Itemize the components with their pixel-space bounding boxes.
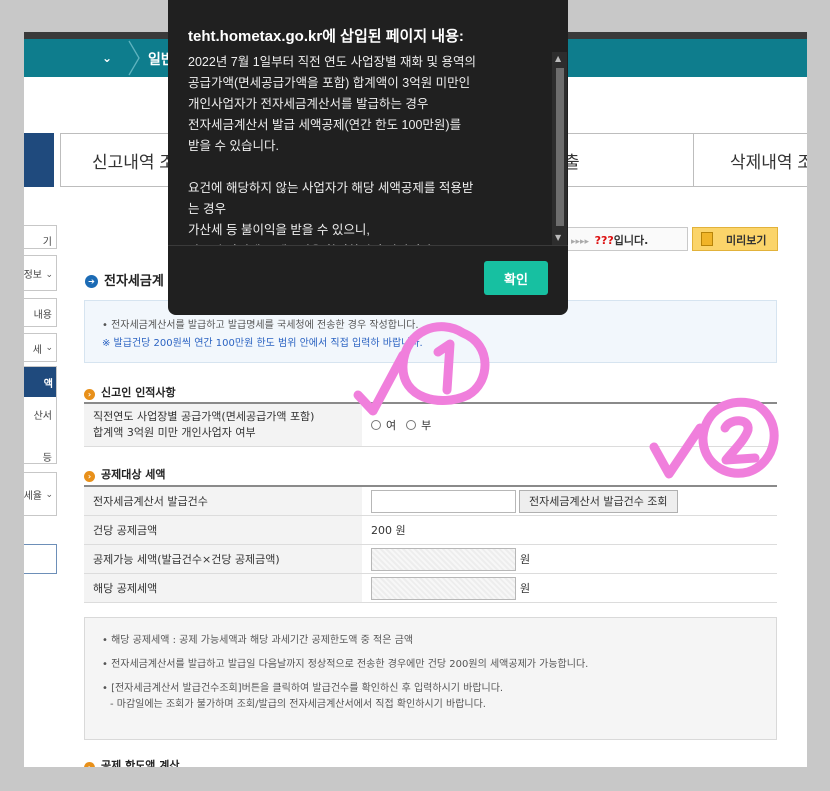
sidebar-item-1[interactable]: 기 [24, 225, 57, 249]
breadcrumb-separator-icon [128, 40, 140, 76]
tab-delete-history[interactable]: 삭제내역 조 [693, 133, 807, 187]
sidebar-item-3[interactable]: 내용 [24, 298, 57, 327]
arrow-circle-icon: ➔ [85, 275, 98, 288]
sidebar-item-2[interactable]: 정보 ⌄ [24, 255, 57, 291]
chevron-down-icon: ⌄ [45, 270, 53, 280]
radio-no[interactable] [406, 420, 417, 430]
active-tab-edge[interactable] [24, 133, 54, 187]
deductible-tax-input [371, 547, 516, 571]
preview-button[interactable]: 미리보기 [692, 227, 778, 251]
section-title: 전자세금계 [104, 274, 164, 289]
scrollbar-thumb[interactable] [556, 68, 564, 226]
arrow-circle-icon: › [84, 389, 95, 400]
sidebar-item-8[interactable]: 세율 ⌄ [24, 472, 57, 516]
radio-yes[interactable] [371, 420, 381, 430]
arrow-circle-icon: › [84, 762, 95, 767]
table-row: 전자세금계산서 발급건수 전자세금계산서 발급건수 조회 [84, 487, 777, 516]
status-pill: ▸▸▸▸ ???입니다. [564, 227, 688, 251]
sidebar-group: 액 산서 등 [24, 366, 57, 464]
dialog-scrollbar[interactable]: ▲ ▼ [552, 52, 567, 245]
table-row: 건당 공제금액 200 원 [84, 516, 777, 545]
sidebar-item-active[interactable]: 액 [24, 367, 56, 397]
chevron-down-icon: ⌄ [45, 490, 53, 500]
scroll-up-icon[interactable]: ▲ [555, 54, 561, 63]
notes-box: • 해당 공제세액 : 공제 가능세액과 해당 과세기간 공제한도액 중 적은 … [84, 617, 777, 740]
chevron-down-icon: ⌄ [45, 343, 53, 353]
per-issue-amount: 200 원 [371, 524, 406, 537]
ok-button[interactable]: 확인 [484, 261, 548, 295]
declarant-form: 직전연도 사업장별 공급가액(면세공급가액 포함) 합계액 3억원 미만 개인사… [84, 402, 777, 447]
deduction-heading: › 공제대상 세액 [84, 466, 166, 482]
scroll-down-icon[interactable]: ▼ [555, 233, 561, 242]
table-row: 공제가능 세액(발급건수×건당 공제금액) 원 [84, 545, 777, 574]
table-row: 해당 공제세액 원 [84, 574, 777, 603]
sidebar-input[interactable] [24, 544, 57, 574]
deduction-form: 전자세금계산서 발급건수 전자세금계산서 발급건수 조회 건당 공제금액 200… [84, 485, 777, 603]
limit-heading: ›공제 한도액 계산 [84, 757, 180, 767]
sidebar-item-6[interactable]: 산서 [34, 407, 52, 422]
arrow-circle-icon: › [84, 471, 95, 482]
sidebar-item-4[interactable]: 세 ⌄ [24, 333, 57, 362]
declarant-heading: › 신고인 인적사항 [84, 384, 176, 400]
document-icon [701, 232, 713, 246]
dialog-title: teht.hometax.go.kr에 삽입된 페이지 내용: [188, 28, 464, 45]
menu-dropdown-icon[interactable]: ⌄ [102, 51, 112, 65]
applicable-tax-input [371, 576, 516, 600]
issue-count-input[interactable] [371, 489, 516, 513]
table-row: 직전연도 사업장별 공급가액(면세공급가액 포함) 합계액 3억원 미만 개인사… [84, 404, 777, 447]
sidebar-item-7[interactable]: 등 [43, 449, 52, 463]
issue-count-query-button[interactable]: 전자세금계산서 발급건수 조회 [519, 489, 678, 513]
dialog-message: 2022년 7월 1일부터 직전 연도 사업장별 재화 및 용역의 공급가액(면… [188, 55, 476, 246]
dialog-divider [168, 245, 568, 246]
